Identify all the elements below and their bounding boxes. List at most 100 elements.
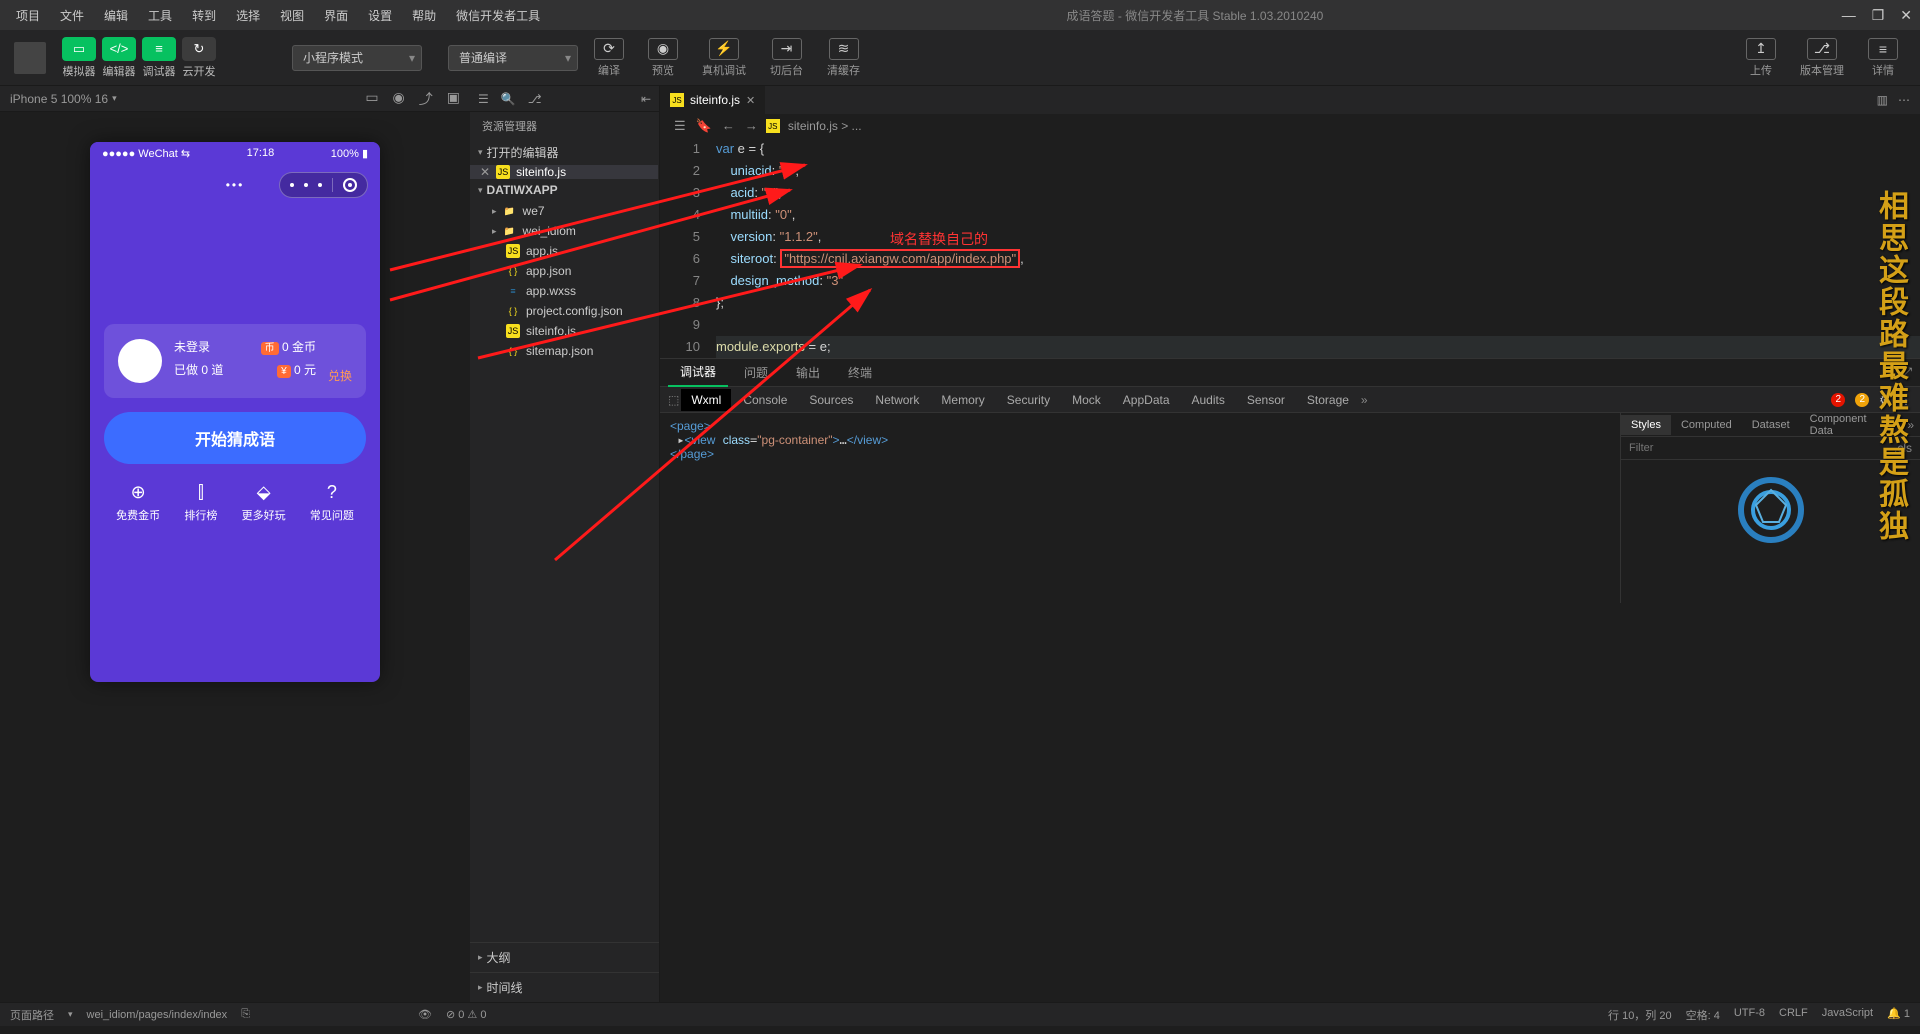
devtab-appdata[interactable]: AppData xyxy=(1113,389,1180,411)
background-button[interactable]: ⇥切后台 xyxy=(762,38,811,78)
page-path[interactable]: wei_idiom/pages/index/index xyxy=(87,1009,228,1021)
menu-project[interactable]: 项目 xyxy=(8,3,48,28)
user-avatar[interactable] xyxy=(14,42,46,74)
file-app-wxss[interactable]: ≡app.wxss xyxy=(470,281,659,301)
menu-edit[interactable]: 编辑 xyxy=(96,3,136,28)
exchange-link[interactable]: 兑换 xyxy=(328,367,352,384)
upload-button[interactable]: ↥上传 xyxy=(1738,38,1784,78)
debug-tab-terminal[interactable]: 终端 xyxy=(836,359,884,386)
menu-wechat-devtools[interactable]: 微信开发者工具 xyxy=(448,3,548,28)
more-icon[interactable]: ⋯ xyxy=(1898,93,1910,107)
inspect-icon[interactable]: ⬚ xyxy=(668,393,679,407)
menu-view[interactable]: 视图 xyxy=(272,3,312,28)
minimize-button[interactable]: — xyxy=(1842,7,1856,24)
editor-tab-siteinfo[interactable]: JS siteinfo.js ✕ xyxy=(660,86,766,114)
component-data-tab[interactable]: Component Data xyxy=(1800,409,1902,441)
rotate-icon[interactable]: ▭ xyxy=(365,89,378,109)
menu-file[interactable]: 文件 xyxy=(52,3,92,28)
devtab-storage[interactable]: Storage xyxy=(1297,389,1359,411)
computed-tab[interactable]: Computed xyxy=(1671,415,1742,435)
debugger-toggle[interactable]: ≡调试器 xyxy=(142,37,176,79)
close-button[interactable]: ✕ xyxy=(1900,7,1912,24)
phone-simulator[interactable]: ●●●●● WeChat ⇆ 17:18 100% ▮ ••• 未登录币 0 金… xyxy=(90,142,380,682)
share-icon[interactable]: ⤴ xyxy=(419,89,433,109)
device-selector[interactable]: iPhone 5 100% 16 ▾ xyxy=(10,92,117,106)
bookmark-icon[interactable]: 🔖 xyxy=(696,118,712,134)
version-button[interactable]: ⎇版本管理 xyxy=(1792,38,1852,78)
file-app-json[interactable]: { }app.json xyxy=(470,261,659,281)
dataset-tab[interactable]: Dataset xyxy=(1742,415,1800,435)
devtab-mock[interactable]: Mock xyxy=(1062,389,1111,411)
breadcrumb[interactable]: siteinfo.js > ... xyxy=(788,119,862,133)
record-icon[interactable]: ◉ xyxy=(393,89,405,109)
screenshot-icon[interactable]: ▣ xyxy=(447,89,460,109)
search-icon[interactable]: 🔍 xyxy=(501,92,516,106)
file-project-config[interactable]: { }project.config.json xyxy=(470,301,659,321)
kebab-icon[interactable]: ⋮ xyxy=(1900,393,1912,407)
menu-select[interactable]: 选择 xyxy=(228,3,268,28)
project-section[interactable]: ▾DATIWXAPP xyxy=(470,179,659,201)
details-button[interactable]: ≡详情 xyxy=(1860,38,1906,78)
warn-badge[interactable]: 2 xyxy=(1855,393,1869,407)
cloud-dev-toggle[interactable]: ↻云开发 xyxy=(182,37,216,79)
split-icon[interactable]: ▥ xyxy=(1877,93,1888,107)
debug-tab-output[interactable]: 输出 xyxy=(784,359,832,386)
language-info[interactable]: JavaScript xyxy=(1822,1007,1873,1023)
code-editor[interactable]: 12345678910 var e = { uniacid: "2", acid… xyxy=(660,138,1920,358)
preview-eye-icon[interactable]: 👁 xyxy=(418,1008,432,1021)
error-badge[interactable]: 2 xyxy=(1831,393,1845,407)
styles-tab[interactable]: Styles xyxy=(1621,415,1671,435)
outline-section[interactable]: ▸大纲 xyxy=(470,942,659,972)
maximize-button[interactable]: ❐ xyxy=(1872,7,1885,24)
file-siteinfo-js[interactable]: JSsiteinfo.js xyxy=(470,321,659,341)
capsule-button[interactable] xyxy=(279,172,368,198)
faq-nav[interactable]: ?常见问题 xyxy=(310,482,354,523)
ranking-nav[interactable]: ⫿排行榜 xyxy=(184,482,217,523)
list-icon[interactable]: ☰ xyxy=(478,92,489,106)
clear-cache-button[interactable]: ≋清缓存 xyxy=(819,38,868,78)
collapse-icon[interactable]: ⇤ xyxy=(641,92,651,106)
expand-icon[interactable]: ⤢ xyxy=(1902,365,1912,380)
back-icon[interactable]: ← xyxy=(722,118,735,134)
mode-select[interactable]: 小程序模式 xyxy=(292,45,422,71)
more-games-nav[interactable]: ⬙更多好玩 xyxy=(242,482,286,523)
devtab-wxml[interactable]: Wxml xyxy=(681,389,731,411)
list-icon[interactable]: ☰ xyxy=(674,118,686,134)
debug-tab-problems[interactable]: 问题 xyxy=(732,359,780,386)
bell-icon[interactable]: 🔔 1 xyxy=(1887,1007,1910,1023)
close-tab-icon[interactable]: ✕ xyxy=(746,94,755,107)
menu-help[interactable]: 帮助 xyxy=(404,3,444,28)
devtab-sensor[interactable]: Sensor xyxy=(1237,389,1295,411)
menu-tool[interactable]: 工具 xyxy=(140,3,180,28)
free-coin-nav[interactable]: ⊕免费金币 xyxy=(116,482,160,523)
start-game-button[interactable]: 开始猜成语 xyxy=(104,412,366,464)
encoding-info[interactable]: UTF-8 xyxy=(1734,1007,1765,1023)
cls-toggle[interactable]: .cls xyxy=(1894,441,1912,455)
compile-select[interactable]: 普通编译 xyxy=(448,45,578,71)
copy-icon[interactable]: ⎘ xyxy=(241,1008,250,1021)
devtab-network[interactable]: Network xyxy=(865,389,929,411)
devtab-sources[interactable]: Sources xyxy=(799,389,863,411)
forward-icon[interactable]: → xyxy=(745,118,758,134)
simulator-toggle[interactable]: ▭模拟器 xyxy=(62,37,96,79)
settings-icon[interactable]: ⚙ xyxy=(1879,393,1890,407)
menu-goto[interactable]: 转到 xyxy=(184,3,224,28)
open-editors-section[interactable]: ▾打开的编辑器 xyxy=(470,140,659,165)
devtab-memory[interactable]: Memory xyxy=(931,389,994,411)
menu-settings[interactable]: 设置 xyxy=(360,3,400,28)
debug-tab-debugger[interactable]: 调试器 xyxy=(668,358,728,387)
wxml-tree[interactable]: <page> ▸<view class="pg-container">…</vi… xyxy=(660,413,1620,603)
folder-we7[interactable]: ▸📁we7 xyxy=(470,201,659,221)
status-err[interactable]: ⊘ 0 ⚠ 0 xyxy=(446,1008,487,1021)
menu-interface[interactable]: 界面 xyxy=(316,3,356,28)
compile-button[interactable]: ⟳编译 xyxy=(586,38,632,78)
editor-toggle[interactable]: </>编辑器 xyxy=(102,37,136,79)
devtab-console[interactable]: Console xyxy=(733,389,797,411)
git-icon[interactable]: ⎇ xyxy=(528,92,542,106)
file-sitemap-json[interactable]: { }sitemap.json xyxy=(470,341,659,361)
timeline-section[interactable]: ▸时间线 xyxy=(470,972,659,1002)
indent-info[interactable]: 空格: 4 xyxy=(1686,1007,1720,1023)
real-debug-button[interactable]: ⚡真机调试 xyxy=(694,38,754,78)
cursor-position[interactable]: 行 10，列 20 xyxy=(1608,1007,1672,1023)
open-file-item[interactable]: ✕JSsiteinfo.js xyxy=(470,165,659,179)
